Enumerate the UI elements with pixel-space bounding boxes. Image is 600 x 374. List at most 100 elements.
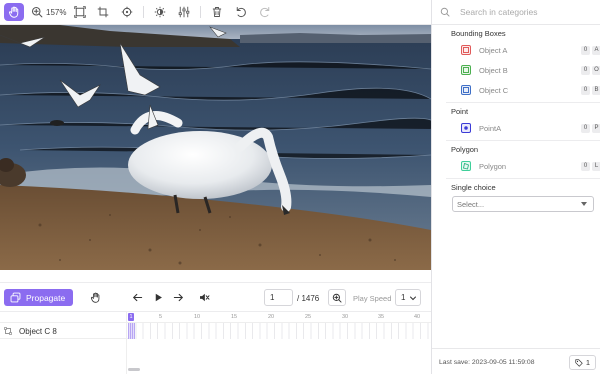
undo-icon bbox=[236, 7, 246, 18]
category-object-a[interactable]: Object A 0 A bbox=[461, 43, 600, 57]
undo-button[interactable] bbox=[234, 3, 248, 21]
group-title-bounding-boxes: Bounding Boxes bbox=[451, 29, 506, 38]
last-save-timestamp: Last save: 2023-09-05 11:59:08 bbox=[439, 359, 535, 366]
timeline-tick-label: 20 bbox=[268, 314, 275, 320]
play-speed-select[interactable]: 1 bbox=[395, 289, 421, 306]
shortcut-key: 0 bbox=[581, 123, 590, 133]
tag-count: 1 bbox=[585, 358, 591, 367]
redo-icon bbox=[260, 7, 270, 18]
tags-button[interactable]: 1 bbox=[569, 355, 596, 370]
adjustments-button[interactable] bbox=[177, 3, 191, 21]
play-speed-label: Play Speed bbox=[353, 294, 392, 303]
redo-button[interactable] bbox=[258, 3, 272, 21]
annotation-toolbar: 157% bbox=[0, 0, 431, 25]
category-object-c[interactable]: Object C 0 B bbox=[461, 83, 600, 97]
category-search bbox=[432, 0, 600, 25]
current-frame-input[interactable]: 1 bbox=[264, 289, 293, 306]
fit-screen-icon bbox=[74, 6, 86, 18]
zoom-in-icon bbox=[31, 6, 43, 18]
shortcut-key: 0 bbox=[581, 85, 590, 95]
keyframe-cell[interactable] bbox=[128, 323, 135, 339]
timeline-tick-label: 5 bbox=[159, 314, 163, 320]
crop-tool-button[interactable] bbox=[96, 3, 110, 21]
category-label: Object C bbox=[479, 85, 509, 95]
track-frame-cells[interactable] bbox=[128, 323, 431, 339]
shortcut-key: B bbox=[592, 85, 600, 95]
caret-down-icon bbox=[581, 202, 587, 206]
mute-button[interactable] bbox=[198, 291, 210, 303]
volume-muted-icon bbox=[199, 293, 209, 301]
panel-footer: Last save: 2023-09-05 11:59:08 1 bbox=[432, 348, 600, 374]
category-label: Polygon bbox=[479, 161, 507, 171]
timeline-ruler: 1 5 10 15 20 25 30 35 40 bbox=[0, 312, 431, 323]
arrow-left-icon bbox=[132, 293, 142, 301]
shortcut-key: L bbox=[592, 161, 600, 171]
toolbar-divider bbox=[200, 6, 201, 18]
category-point-a[interactable]: PointA 0 P bbox=[461, 121, 600, 135]
crosshair-icon bbox=[121, 6, 133, 18]
group-title-point: Point bbox=[451, 107, 469, 116]
shortcut-key: 0 bbox=[581, 45, 590, 55]
annotation-workspace: 157% Propagate 1 / 1476 Play Speed 1 1 5… bbox=[0, 0, 431, 374]
select-placeholder: Select... bbox=[457, 199, 485, 209]
swan-and-gulls-photo bbox=[0, 25, 431, 270]
propagate-button[interactable]: Propagate bbox=[4, 289, 73, 306]
category-polygon[interactable]: Polygon 0 L bbox=[461, 159, 600, 173]
zoom-level: 157% bbox=[46, 7, 67, 17]
timeline-track-row[interactable]: Object C 8 bbox=[0, 323, 431, 339]
tag-icon bbox=[575, 358, 583, 367]
pan-tool-button[interactable] bbox=[4, 3, 24, 21]
category-object-b[interactable]: Object B 0 O bbox=[461, 63, 600, 77]
play-speed-value: 1 bbox=[401, 293, 406, 302]
timeline-zoom-button[interactable] bbox=[328, 289, 346, 306]
shortcut-key: A bbox=[592, 45, 600, 55]
arrow-right-icon bbox=[173, 293, 183, 301]
trash-icon bbox=[212, 7, 222, 17]
group-divider bbox=[446, 140, 600, 141]
next-frame-button[interactable] bbox=[172, 291, 184, 303]
timeline-tick-label: 30 bbox=[342, 314, 349, 320]
timeline-tick-label: 15 bbox=[231, 314, 238, 320]
brightness-button[interactable] bbox=[153, 3, 167, 21]
copy-layers-icon bbox=[10, 292, 21, 303]
toolbar-divider bbox=[143, 6, 144, 18]
previous-frame-button[interactable] bbox=[131, 291, 143, 303]
category-label: Object A bbox=[479, 45, 508, 55]
video-controls-bar: Propagate 1 / 1476 Play Speed 1 bbox=[0, 282, 431, 312]
polygon-icon bbox=[461, 161, 471, 171]
horizontal-scrollbar[interactable] bbox=[128, 368, 140, 371]
delete-button[interactable] bbox=[210, 3, 224, 21]
shortcut-key: O bbox=[592, 65, 600, 75]
fit-to-screen-button[interactable] bbox=[73, 3, 87, 21]
bounding-box-icon bbox=[461, 65, 471, 75]
brightness-icon bbox=[154, 6, 166, 18]
shortcut-key: 0 bbox=[581, 65, 590, 75]
categories-panel: Bounding Boxes Object A 0 A Object B 0 O… bbox=[431, 0, 600, 374]
category-label: PointA bbox=[479, 123, 502, 133]
play-icon bbox=[155, 293, 162, 301]
timeline-tick-label: 25 bbox=[305, 314, 312, 320]
single-choice-select[interactable]: Select... bbox=[452, 196, 594, 212]
point-tool-button[interactable] bbox=[120, 3, 134, 21]
zoom-control[interactable]: 157% bbox=[31, 3, 66, 21]
total-frames: / 1476 bbox=[297, 294, 320, 303]
group-divider bbox=[446, 178, 600, 179]
bounding-box-icon bbox=[461, 85, 471, 95]
current-frame-marker[interactable]: 1 bbox=[128, 313, 134, 321]
chevron-down-icon bbox=[410, 296, 416, 300]
crop-icon bbox=[97, 6, 109, 18]
frame-timeline: 1 5 10 15 20 25 30 35 40 Object C 8 bbox=[0, 312, 431, 374]
group-title-polygon: Polygon bbox=[451, 145, 479, 154]
sliders-icon bbox=[178, 6, 190, 18]
video-frame-canvas[interactable] bbox=[0, 25, 431, 270]
group-divider bbox=[446, 102, 600, 103]
group-title-single-choice: Single choice bbox=[451, 183, 496, 192]
propagate-label: Propagate bbox=[26, 292, 66, 303]
cursor-hand-icon bbox=[89, 291, 101, 303]
category-search-input[interactable] bbox=[460, 7, 590, 17]
play-button[interactable] bbox=[152, 291, 164, 303]
search-icon bbox=[440, 7, 450, 17]
point-icon bbox=[461, 123, 471, 133]
category-label: Object B bbox=[479, 65, 508, 75]
timeline-tick-label: 40 bbox=[414, 314, 421, 320]
